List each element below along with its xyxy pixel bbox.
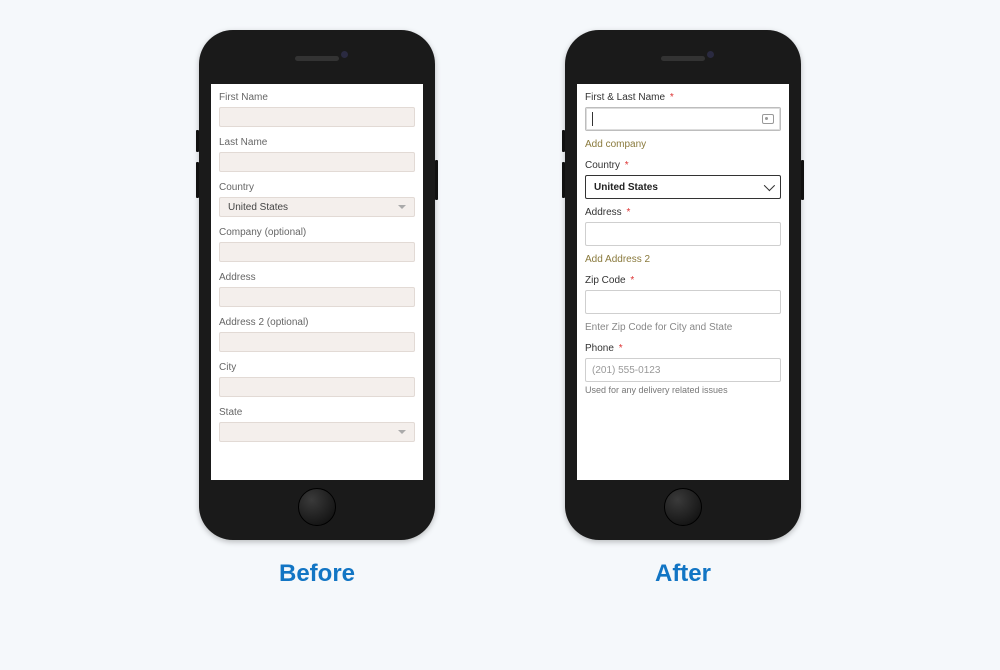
company-label: Company (optional) [219,227,415,238]
text-cursor [592,112,593,126]
address-input[interactable] [219,287,415,307]
before-column: First Name Last Name Country United Stat… [199,30,435,588]
required-marker: * [630,275,634,286]
screen-before: First Name Last Name Country United Stat… [211,84,423,480]
country-label-text: Country [585,160,620,171]
city-label: City [219,362,415,373]
screen-after: First & Last Name * Add company Country … [577,84,789,480]
zip-hint: Enter Zip Code for City and State [585,322,781,333]
last-name-label: Last Name [219,137,415,148]
name-label: First & Last Name * [585,92,781,103]
chevron-down-icon [398,430,406,434]
country-label: Country * [585,160,781,171]
phone-label: Phone * [585,343,781,354]
add-address2-link[interactable]: Add Address 2 [585,254,781,265]
country-value: United States [594,182,658,193]
country-label: Country [219,182,415,193]
address-input[interactable] [585,222,781,246]
before-caption: Before [279,560,355,588]
name-input[interactable] [585,107,781,131]
phone-side-button [196,162,199,198]
phone-side-button [562,162,565,198]
first-name-label: First Name [219,92,415,103]
phone-input[interactable]: (201) 555-0123 [585,358,781,382]
address-label: Address [219,272,415,283]
after-column: First & Last Name * Add company Country … [565,30,801,588]
phone-side-button [435,160,438,200]
country-value: United States [228,202,288,213]
zip-input[interactable] [585,290,781,314]
phone-side-button [196,130,199,152]
country-select[interactable]: United States [585,175,781,199]
phone-frame-before: First Name Last Name Country United Stat… [199,30,435,540]
home-button[interactable] [664,488,702,526]
phone-side-button [801,160,804,200]
state-select[interactable] [219,422,415,442]
home-button[interactable] [298,488,336,526]
zip-label: Zip Code * [585,275,781,286]
required-marker: * [625,160,629,171]
address2-input[interactable] [219,332,415,352]
required-marker: * [619,343,623,354]
city-input[interactable] [219,377,415,397]
contact-card-icon[interactable] [762,114,774,124]
phone-label-text: Phone [585,343,614,354]
last-name-input[interactable] [219,152,415,172]
state-label: State [219,407,415,418]
first-name-input[interactable] [219,107,415,127]
after-caption: After [655,560,711,588]
phone-side-button [562,130,565,152]
address-label: Address * [585,207,781,218]
phone-helper: Used for any delivery related issues [585,385,781,395]
zip-label-text: Zip Code [585,275,626,286]
name-label-text: First & Last Name [585,92,665,103]
add-company-link[interactable]: Add company [585,139,781,150]
address-label-text: Address [585,207,622,218]
chevron-down-icon [398,205,406,209]
chevron-down-icon [764,180,775,191]
phone-placeholder: (201) 555-0123 [592,365,660,376]
country-select[interactable]: United States [219,197,415,217]
required-marker: * [670,92,674,103]
phone-frame-after: First & Last Name * Add company Country … [565,30,801,540]
required-marker: * [626,207,630,218]
address2-label: Address 2 (optional) [219,317,415,328]
company-input[interactable] [219,242,415,262]
